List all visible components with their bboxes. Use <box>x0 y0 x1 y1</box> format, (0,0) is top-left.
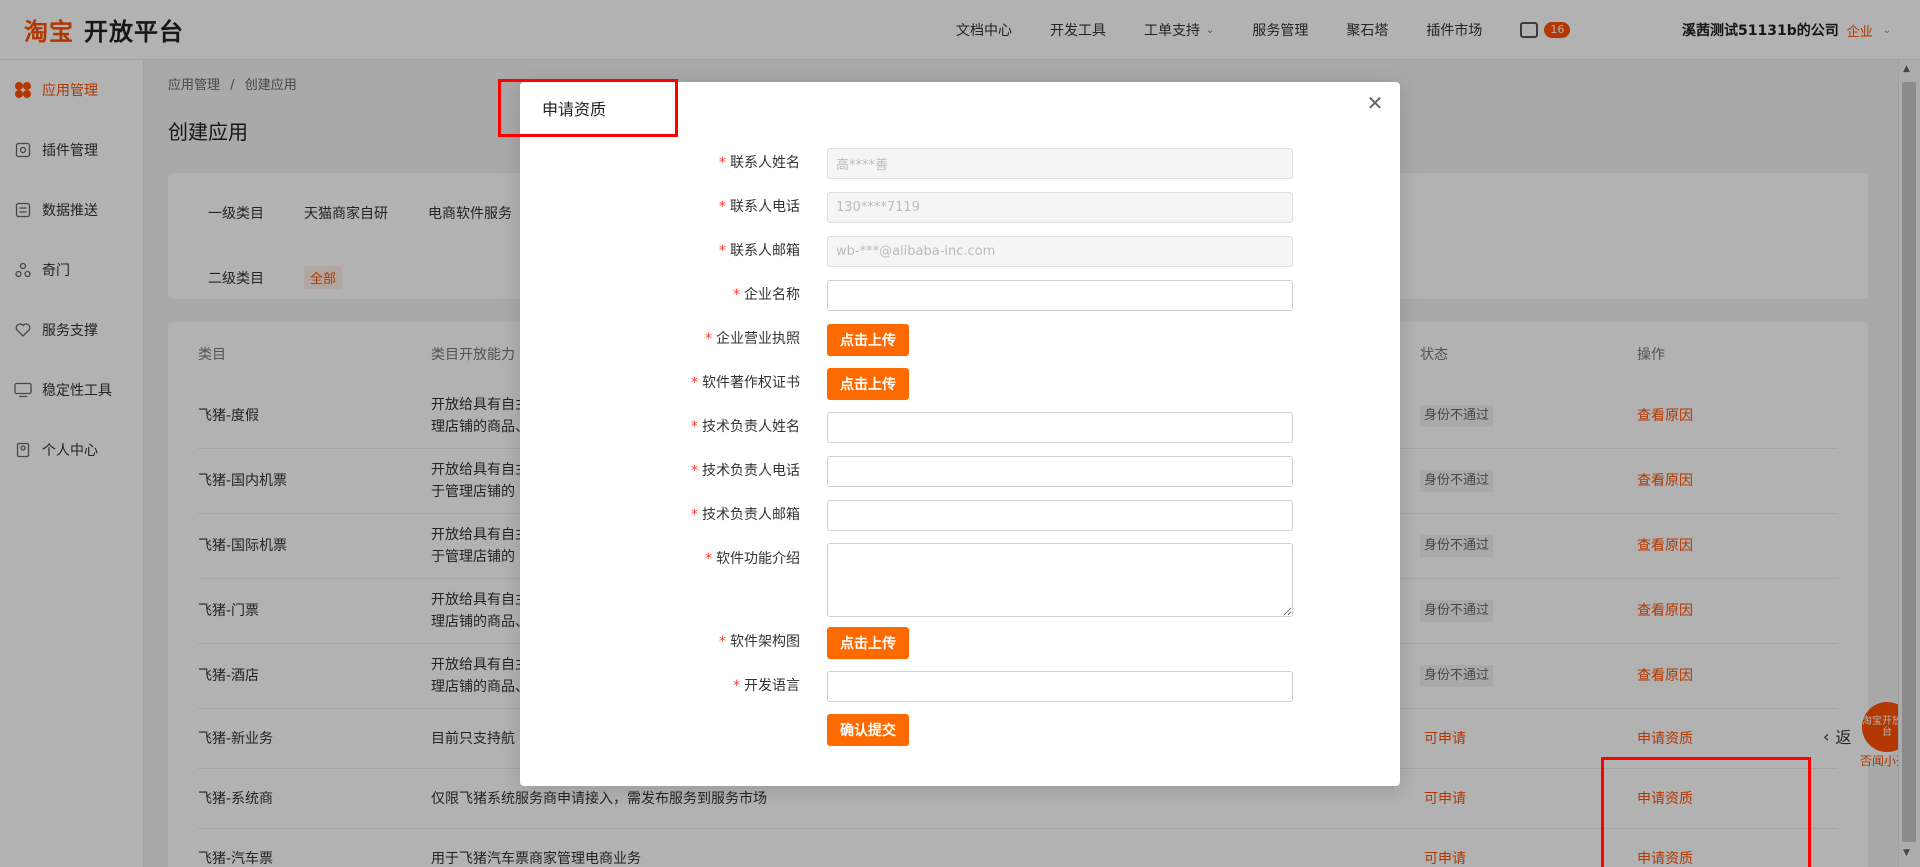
label-company-name: * 企业名称 <box>520 284 800 304</box>
required-mark: * <box>719 243 726 259</box>
required-mark: * <box>691 419 698 435</box>
tech-lead-email-input[interactable] <box>827 500 1293 531</box>
submit-button[interactable]: 确认提交 <box>827 714 909 746</box>
label-contact-email: * 联系人邮箱 <box>520 240 800 260</box>
software-intro-textarea[interactable] <box>827 543 1293 617</box>
label-text: 企业名称 <box>744 287 800 303</box>
label-business-license: * 企业营业执照 <box>520 328 800 348</box>
label-text: 技术负责人邮箱 <box>702 507 800 523</box>
label-contact-phone: * 联系人电话 <box>520 196 800 216</box>
required-mark: * <box>691 507 698 523</box>
required-mark: * <box>719 634 726 650</box>
label-text: 联系人邮箱 <box>730 243 800 259</box>
label-architecture-diagram: * 软件架构图 <box>520 631 800 651</box>
contact-phone-input <box>827 192 1293 223</box>
tech-lead-name-input[interactable] <box>827 412 1293 443</box>
label-text: 软件功能介绍 <box>716 551 800 567</box>
label-text: 企业营业执照 <box>716 331 800 347</box>
highlight-modal-title <box>498 79 678 137</box>
apply-qualification-modal: 申请资质 ✕ *联系人姓名 *联系人电话 *联系人邮箱 *企业名称 *企业营业执… <box>520 82 1400 786</box>
label-text: 技术负责人姓名 <box>702 419 800 435</box>
required-mark: * <box>733 287 740 303</box>
label-text: 软件架构图 <box>730 634 800 650</box>
upload-software-copyright-button[interactable]: 点击上传 <box>827 368 909 400</box>
company-name-input[interactable] <box>827 280 1293 311</box>
label-contact-name: * 联系人姓名 <box>520 152 800 172</box>
required-mark: * <box>719 155 726 171</box>
label-text: 联系人姓名 <box>730 155 800 171</box>
required-mark: * <box>691 375 698 391</box>
required-mark: * <box>705 551 712 567</box>
label-text: 联系人电话 <box>730 199 800 215</box>
required-mark: * <box>691 463 698 479</box>
label-text: 开发语言 <box>744 678 800 694</box>
required-mark: * <box>733 678 740 694</box>
contact-name-input <box>827 148 1293 179</box>
contact-email-input <box>827 236 1293 267</box>
highlight-apply-links <box>1601 757 1811 867</box>
upload-architecture-diagram-button[interactable]: 点击上传 <box>827 627 909 659</box>
close-icon[interactable]: ✕ <box>1364 91 1386 115</box>
tech-lead-phone-input[interactable] <box>827 456 1293 487</box>
required-mark: * <box>719 199 726 215</box>
dev-language-input[interactable] <box>827 671 1293 702</box>
label-software-intro: * 软件功能介绍 <box>520 548 800 568</box>
label-text: 技术负责人电话 <box>702 463 800 479</box>
label-tech-lead-phone: * 技术负责人电话 <box>520 460 800 480</box>
label-tech-lead-name: * 技术负责人姓名 <box>520 416 800 436</box>
required-mark: * <box>705 331 712 347</box>
label-dev-language: * 开发语言 <box>520 675 800 695</box>
label-tech-lead-email: * 技术负责人邮箱 <box>520 504 800 524</box>
upload-business-license-button[interactable]: 点击上传 <box>827 324 909 356</box>
label-text: 软件著作权证书 <box>702 375 800 391</box>
label-software-copyright: * 软件著作权证书 <box>520 372 800 392</box>
